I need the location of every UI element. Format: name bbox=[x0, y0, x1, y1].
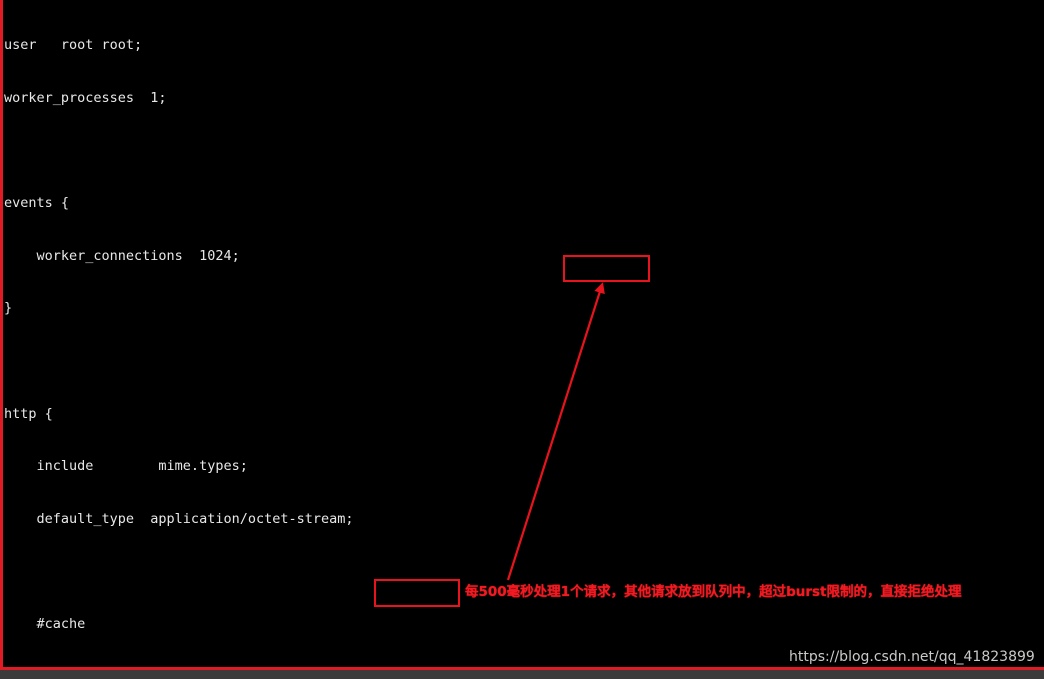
code-line: include mime.types; bbox=[4, 458, 248, 475]
code-line: events { bbox=[4, 195, 70, 212]
code-line: http { bbox=[4, 405, 53, 422]
code-block[interactable]: user root root; worker_processes 1; even… bbox=[0, 0, 1044, 679]
code-line: worker_connections 1024; bbox=[4, 247, 240, 264]
annotation-text: 每500毫秒处理1个请求，其他请求放到队列中，超过burst限制的，直接拒绝处理 bbox=[465, 584, 962, 600]
code-line: user root root; bbox=[4, 37, 143, 54]
nginx-config-screenshot: user root root; worker_processes 1; even… bbox=[0, 0, 1044, 679]
code-line: #cache bbox=[4, 616, 86, 633]
code-line: default_type application/octet-stream; bbox=[4, 510, 354, 527]
watermark: https://blog.csdn.net/qq_41823899 bbox=[789, 649, 1035, 665]
frame-left-border bbox=[0, 0, 3, 670]
code-line: } bbox=[4, 300, 13, 317]
frame-bottom-strip bbox=[0, 670, 1044, 679]
code-line: worker_processes 1; bbox=[4, 89, 167, 106]
